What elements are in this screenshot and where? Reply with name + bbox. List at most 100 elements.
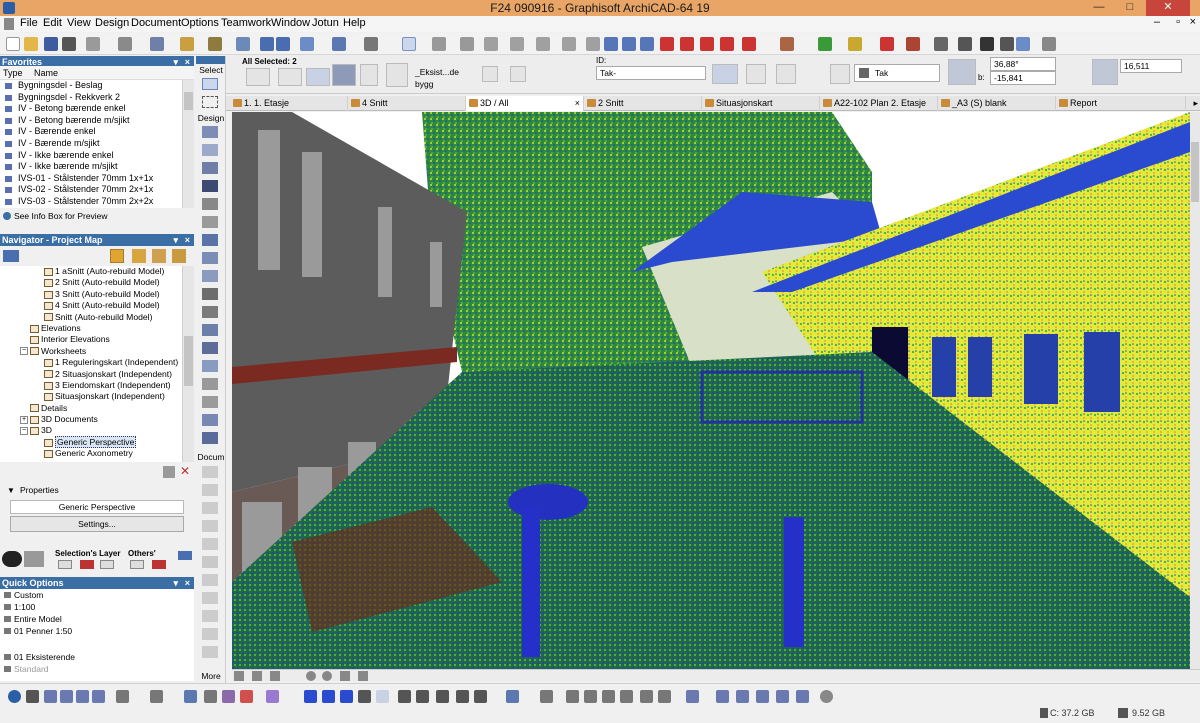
list-item[interactable]: IVS-01 - Stålstender 70mm 1x+1x (0, 173, 182, 185)
tree-item[interactable]: Situasjonskart (Independent) (0, 391, 182, 402)
lamp-tool-icon[interactable] (202, 396, 218, 408)
list-item[interactable]: IVS-03 - Stålstender 70mm 2x+2x (0, 196, 182, 208)
stair-tool-icon[interactable] (202, 216, 218, 228)
menu-options[interactable]: Options (181, 17, 219, 29)
distribute-icon[interactable] (484, 37, 498, 51)
gray-box-icon[interactable] (482, 66, 498, 82)
scroll-thumb[interactable] (184, 336, 193, 386)
tree-item[interactable]: Interior Elevations (0, 334, 182, 345)
list-item[interactable]: Bygningsdel - Beslag (0, 80, 182, 92)
walk-icon[interactable] (398, 690, 411, 703)
tab-1-etasje[interactable]: 1. 1. Etasje (230, 96, 348, 111)
measure-icon[interactable] (1016, 37, 1030, 51)
offset-icon[interactable] (700, 37, 714, 51)
list-item[interactable]: IV - Betong bærende m/sjikt (0, 115, 182, 127)
array-icon[interactable] (776, 690, 789, 703)
redo-icon[interactable] (276, 37, 290, 51)
line-tool-icon[interactable] (202, 556, 218, 568)
elevation-icon[interactable] (1092, 59, 1118, 85)
layer-wire-icon[interactable] (100, 560, 114, 569)
project-map-icon[interactable] (110, 249, 124, 263)
tree-item[interactable]: 2 Snitt (Auto-rebuild Model) (0, 277, 182, 288)
trim-icon[interactable] (622, 37, 636, 51)
tree-item[interactable]: Details (0, 403, 182, 414)
top-surface-icon[interactable] (712, 64, 738, 84)
figure-tool-icon[interactable] (202, 432, 218, 444)
tree-item-selected[interactable]: Generic Perspective (0, 435, 182, 448)
plan-icon[interactable] (60, 690, 73, 703)
list-item[interactable]: IV - Ikke bærende enkel (0, 150, 182, 162)
menu-window[interactable]: Window (271, 17, 310, 29)
model-view-icon[interactable] (566, 690, 579, 703)
open-icon[interactable] (24, 37, 38, 51)
tab-a22-102[interactable]: A22-102 Plan 2. Etasje (820, 96, 938, 111)
box-icon[interactable] (602, 690, 615, 703)
list-item[interactable]: IV - Bærende m/sjikt (0, 138, 182, 150)
elevation-tool-icon[interactable] (202, 646, 218, 658)
height-field[interactable]: 16,511 (1120, 59, 1182, 73)
shell-tool-icon[interactable] (202, 252, 218, 264)
tree-item[interactable]: 3 Eiendomskart (Independent) (0, 380, 182, 391)
tree-item[interactable]: Snitt (Auto-rebuild Model) (0, 312, 182, 323)
zoom-icon[interactable] (820, 690, 833, 703)
beam-tool-icon[interactable] (202, 162, 218, 174)
maximize-button[interactable]: □ (1117, 0, 1143, 16)
tab-list-icon[interactable]: ▸ (1193, 98, 1198, 109)
split-view-icon[interactable] (756, 690, 769, 703)
door-tool-icon[interactable] (202, 198, 218, 210)
properties-header[interactable]: ▼ Properties (0, 484, 194, 497)
tab-2-snitt[interactable]: 2 Snitt (584, 96, 702, 111)
list-item[interactable]: Bygningsdel - Rekkverk 2 (0, 92, 182, 104)
menu-view[interactable]: View (67, 17, 91, 29)
zoom-tool-icon[interactable] (1042, 37, 1056, 51)
tree-item[interactable]: 4 Snitt (Auto-rebuild Model) (0, 300, 182, 311)
print-icon[interactable] (62, 37, 76, 51)
tools-icon[interactable] (118, 37, 132, 51)
publisher-icon[interactable] (172, 249, 186, 263)
delete-icon[interactable]: ✕ (180, 465, 192, 477)
elevate-icon[interactable] (586, 37, 600, 51)
ruler-icon[interactable] (150, 690, 163, 703)
mark-icon[interactable] (906, 37, 920, 51)
tree-item[interactable]: 1 aSnitt (Auto-rebuild Model) (0, 266, 182, 277)
wall-tool-icon[interactable] (202, 126, 218, 138)
drawing-tool-icon[interactable] (202, 610, 218, 622)
close-icon[interactable]: × (185, 234, 190, 246)
slab-tool-icon[interactable] (202, 288, 218, 300)
align-icon[interactable] (460, 37, 474, 51)
quick-option-row[interactable]: 01 Penner 1:50 (0, 625, 194, 637)
roof-settings-icon[interactable] (360, 64, 378, 86)
others-visible-icon[interactable] (130, 560, 144, 569)
design-option-icon[interactable] (222, 690, 235, 703)
tree-item[interactable]: Elevations (0, 323, 182, 334)
renovation-icon[interactable] (204, 690, 217, 703)
window-tool-icon[interactable] (202, 180, 218, 192)
section-tool-icon[interactable] (202, 628, 218, 640)
mesh-tool-icon[interactable] (202, 306, 218, 318)
text-tool-icon[interactable] (202, 502, 218, 514)
dropdown-icon[interactable] (26, 690, 39, 703)
others-lock-icon[interactable] (152, 560, 166, 569)
camera-icon[interactable] (358, 690, 371, 703)
distribute-icon[interactable] (116, 690, 129, 703)
undo-icon[interactable] (260, 37, 274, 51)
more-label[interactable]: More (196, 671, 226, 681)
scroll-thumb[interactable] (184, 92, 193, 110)
close-button[interactable]: ✕ (1146, 0, 1190, 16)
layers-icon[interactable] (236, 37, 250, 51)
level-dimension-tool-icon[interactable] (202, 484, 218, 496)
tab-3d-all[interactable]: 3D / All × (466, 96, 584, 111)
pan-icon[interactable] (340, 671, 350, 681)
angle-field[interactable]: 36,88° (990, 57, 1056, 71)
layer-visible-icon[interactable] (58, 560, 72, 569)
tab-a3-blank[interactable]: _A3 (S) blank (938, 96, 1056, 111)
snap-guide-icon[interactable] (432, 37, 446, 51)
inject-icon[interactable] (1000, 37, 1014, 51)
id-field[interactable]: Tak- (596, 66, 706, 80)
side-surface-icon[interactable] (746, 64, 766, 84)
menu-file[interactable]: File (20, 17, 38, 29)
list-item[interactable]: IV - Ikke bærende m/sjikt (0, 161, 182, 173)
menu-design[interactable]: Design (95, 17, 129, 29)
gravity-icon[interactable] (300, 37, 314, 51)
rect-method-icon[interactable] (278, 68, 302, 86)
